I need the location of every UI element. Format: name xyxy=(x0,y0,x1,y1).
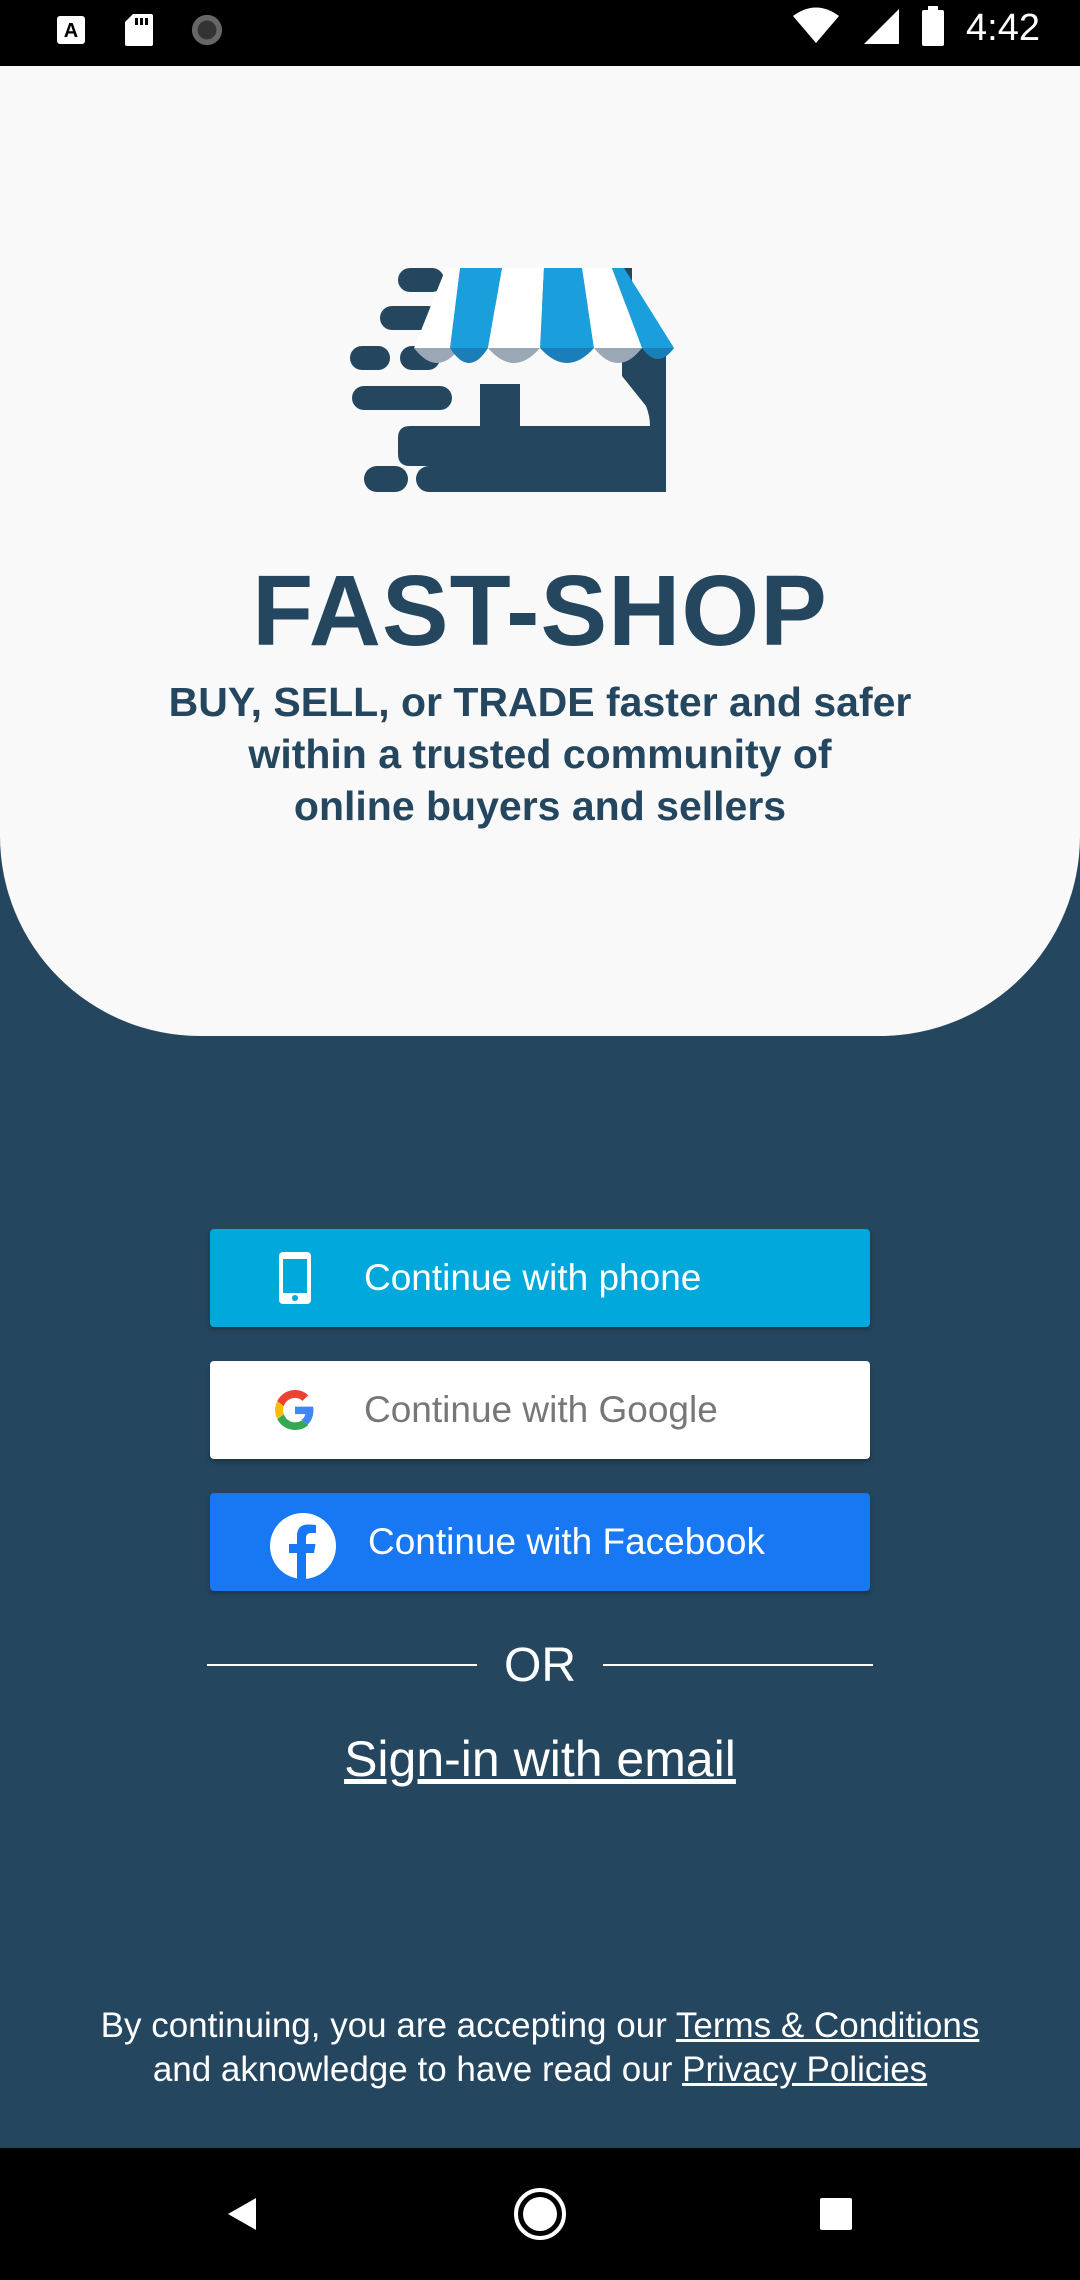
hero-card: FAST-SHOP BUY, SELL, or TRADE faster and… xyxy=(0,66,1080,1036)
continue-with-facebook-button[interactable]: Continue with Facebook xyxy=(210,1493,870,1591)
sync-icon xyxy=(190,13,224,47)
phone-button-label: Continue with phone xyxy=(364,1257,702,1298)
sd-card-icon xyxy=(122,13,156,47)
facebook-button-label: Continue with Facebook xyxy=(368,1521,765,1562)
or-divider: OR xyxy=(207,1630,873,1700)
continue-with-google-button[interactable]: Continue with Google xyxy=(210,1361,870,1459)
phone-icon xyxy=(268,1251,322,1305)
brand-title: FAST-SHOP xyxy=(252,555,828,667)
google-button-label: Continue with Google xyxy=(364,1389,718,1430)
legal-notice: By continuing, you are accepting our Ter… xyxy=(40,2004,1040,2092)
wifi-icon xyxy=(792,7,840,50)
google-icon xyxy=(268,1383,322,1437)
continue-with-phone-button[interactable]: Continue with phone xyxy=(210,1229,870,1327)
sign-in-with-email-link[interactable]: Sign-in with email xyxy=(0,1730,1080,1788)
navigation-bar xyxy=(0,2148,1080,2280)
status-time: 4:42 xyxy=(966,7,1040,49)
terms-link[interactable]: Terms & Conditions xyxy=(676,2006,979,2045)
status-bar: A 4:42 xyxy=(0,0,1080,66)
tagline: BUY, SELL, or TRADE faster and safer wit… xyxy=(168,679,912,829)
divider-line-right xyxy=(603,1664,873,1666)
storefront-speed-icon xyxy=(350,268,674,492)
signal-icon xyxy=(862,7,900,50)
battery-icon xyxy=(922,6,945,51)
svg-text:A: A xyxy=(64,20,78,42)
privacy-link[interactable]: Privacy Policies xyxy=(682,2050,927,2089)
recents-icon[interactable] xyxy=(776,2148,896,2280)
legal-text-1: By continuing, you are accepting our xyxy=(100,2006,676,2045)
facebook-icon xyxy=(270,1513,336,1579)
home-icon[interactable] xyxy=(480,2148,600,2280)
legal-text-2: and aknowledge to have read our xyxy=(152,2050,683,2089)
back-icon[interactable] xyxy=(182,2148,302,2280)
font-icon: A xyxy=(54,13,88,47)
